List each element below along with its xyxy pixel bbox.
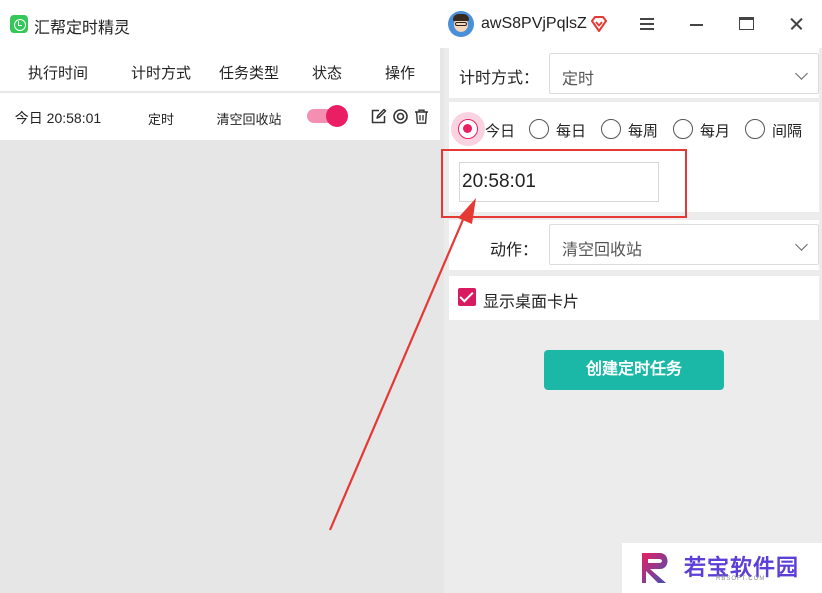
mode-select-value: 定时	[562, 71, 595, 88]
app-logo-icon	[10, 15, 28, 33]
minimize-icon[interactable]	[685, 12, 709, 36]
watermark-subtext: RBSOFT.COM	[716, 576, 766, 582]
action-row: 动作： 清空回收站	[449, 220, 819, 270]
column-header-mode: 计时方式	[130, 65, 191, 82]
action-select[interactable]: 清空回收站	[549, 224, 819, 265]
column-header-status: 状态	[311, 65, 342, 82]
username[interactable]: awS8PVjPqlsZ	[481, 15, 587, 33]
app-title: 汇帮定时精灵	[34, 20, 131, 37]
maximize-icon[interactable]	[735, 12, 759, 36]
status-toggle[interactable]	[307, 105, 348, 127]
delete-icon[interactable]	[413, 108, 430, 125]
radio-circle	[601, 119, 621, 139]
settings-icon[interactable]	[392, 108, 409, 125]
edit-icon[interactable]	[370, 108, 387, 125]
task-list-panel: 执行时间 计时方式 任务类型 状态 操作 今日 20:58:01 定时 清空回收…	[0, 48, 440, 593]
radio-circle	[673, 119, 693, 139]
mode-label: 计时方式：	[459, 70, 540, 87]
action-label: 动作：	[490, 242, 539, 259]
title-bar: 汇帮定时精灵 awS8PVjPqlsZ	[0, 0, 822, 48]
radio-label: 今日	[485, 123, 516, 140]
toggle-knob	[326, 105, 348, 127]
watermark: 若宝软件园 RBSOFT.COM	[622, 543, 822, 593]
close-icon[interactable]	[785, 12, 809, 36]
watermark-logo-icon	[642, 553, 668, 583]
radio-label: 每周	[628, 123, 659, 140]
row-mode: 定时	[147, 112, 174, 127]
action-select-value: 清空回收站	[562, 242, 643, 259]
column-header-type: 任务类型	[218, 65, 279, 82]
chevron-down-icon	[795, 67, 808, 80]
annotation-highlight-box	[441, 149, 687, 218]
user-avatar[interactable]	[448, 11, 474, 37]
row-time: 今日 20:58:01	[14, 110, 102, 126]
radio-label: 每日	[556, 123, 587, 140]
create-task-button[interactable]: 创建定时任务	[544, 350, 724, 390]
column-header-actions: 操作	[384, 65, 415, 82]
radio-label: 每月	[700, 123, 731, 140]
radio-circle	[529, 119, 549, 139]
avatar-glasses	[455, 22, 467, 26]
vip-diamond-icon[interactable]	[589, 14, 609, 34]
show-card-checkbox[interactable]	[458, 288, 476, 306]
radio-circle	[745, 119, 765, 139]
task-form-panel: 计时方式： 定时 今日 每日 每周 每月 间隔 动作：	[444, 48, 822, 593]
mode-select[interactable]: 定时	[549, 53, 819, 94]
avatar-hair	[453, 14, 469, 21]
column-header-time: 执行时间	[27, 65, 88, 82]
mode-row: 计时方式： 定时	[449, 48, 819, 98]
table-row[interactable]: 今日 20:58:01 定时 清空回收站	[0, 93, 440, 140]
radio-label: 间隔	[772, 123, 803, 140]
chevron-down-icon	[795, 238, 808, 251]
radio-circle	[458, 119, 478, 139]
table-header: 执行时间 计时方式 任务类型 状态 操作	[0, 48, 440, 92]
show-card-label[interactable]: 显示桌面卡片	[483, 288, 579, 312]
row-type: 清空回收站	[216, 112, 282, 127]
menu-icon[interactable]	[636, 12, 660, 36]
